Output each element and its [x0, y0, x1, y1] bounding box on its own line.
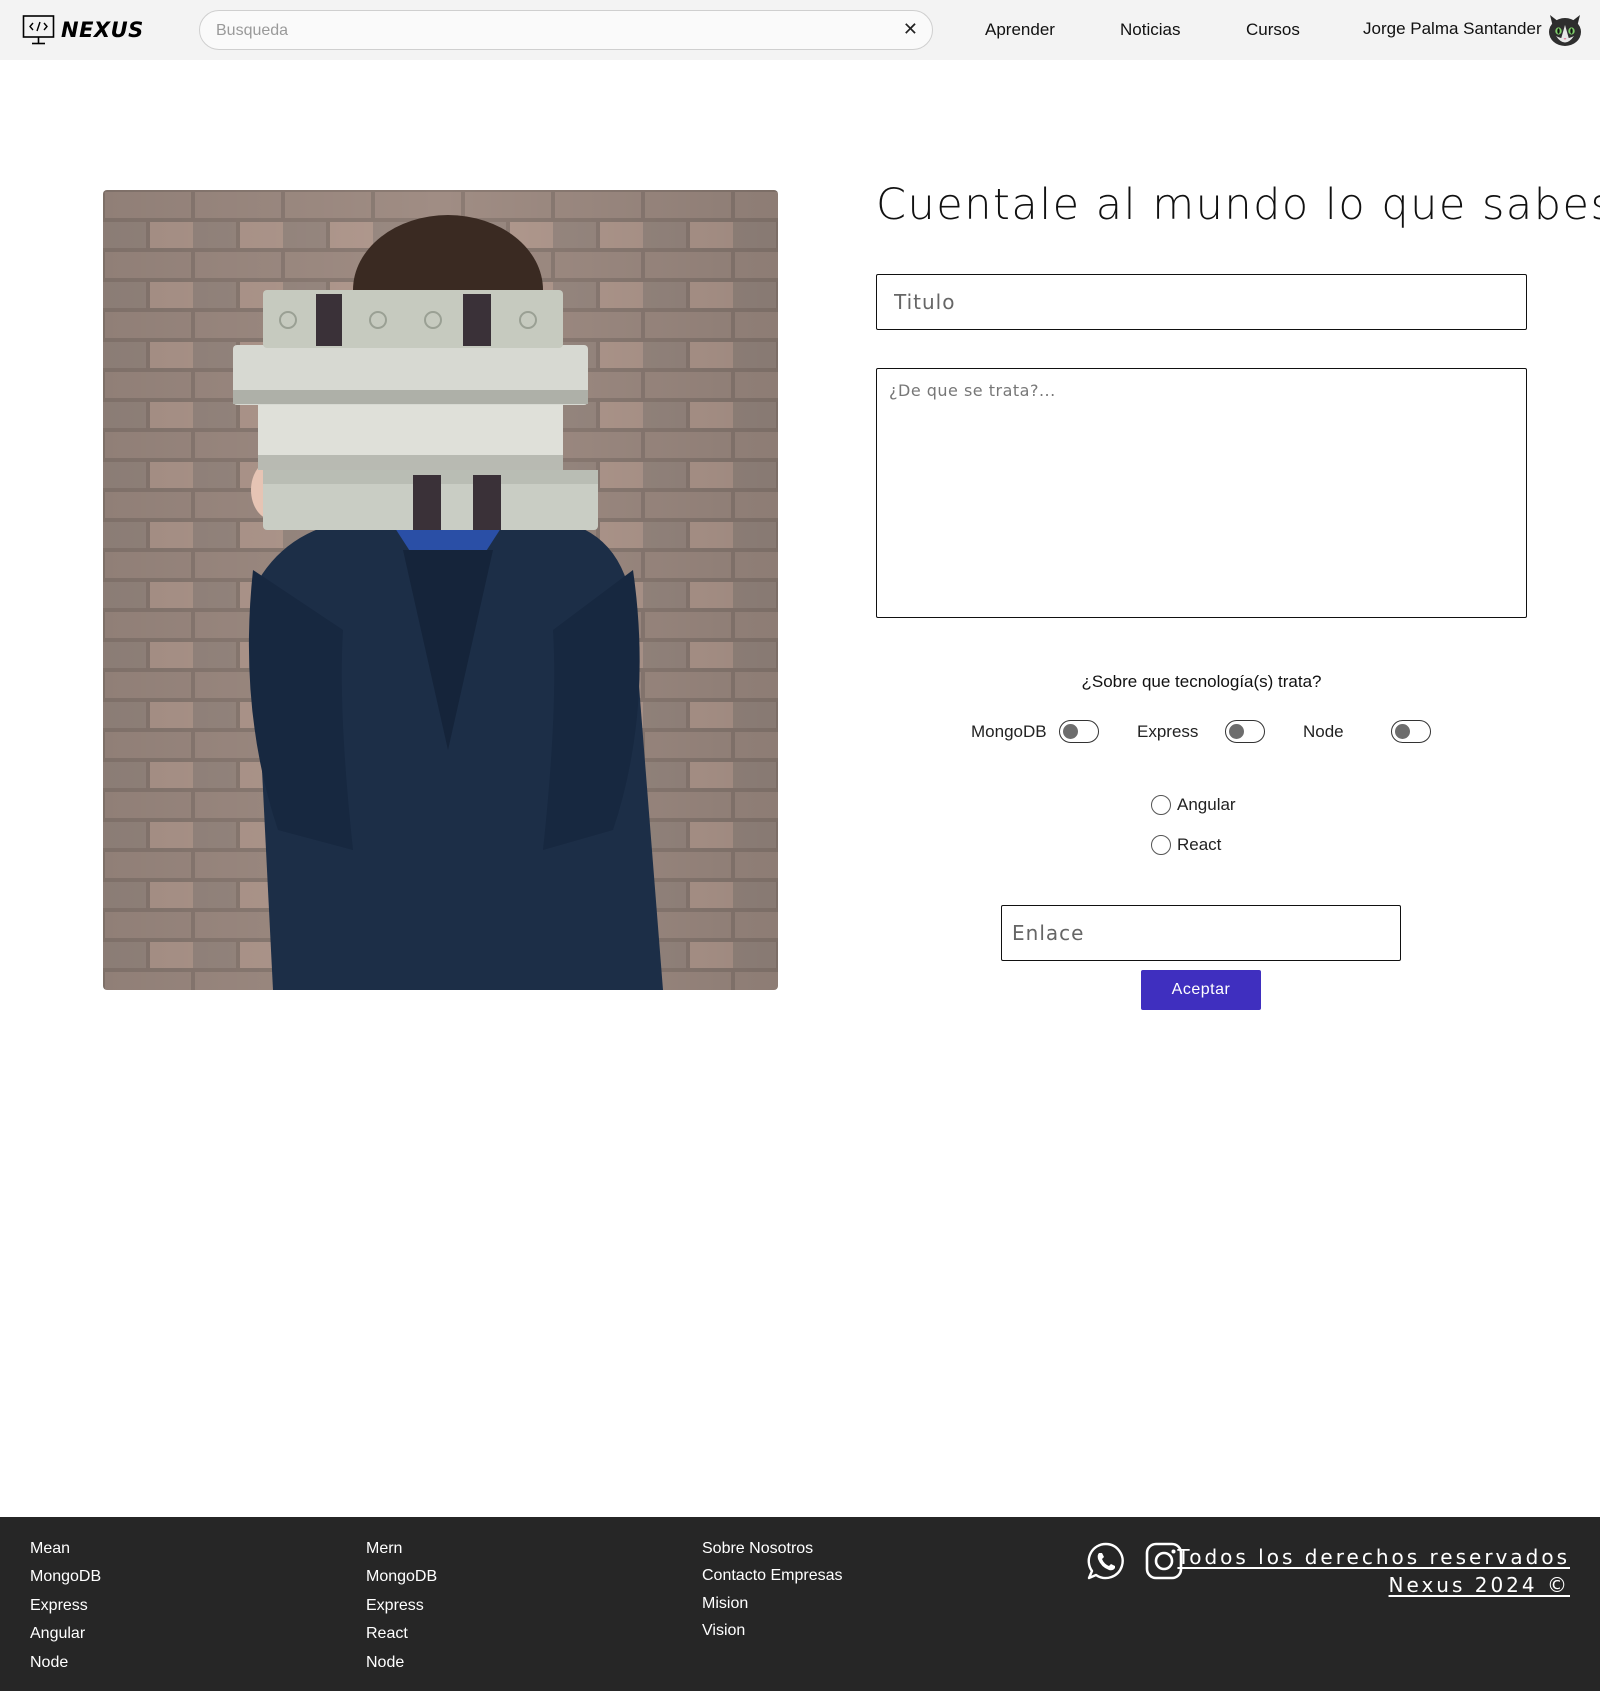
- radio-label-react: React: [1177, 835, 1222, 854]
- user-name[interactable]: Jorge Palma Santander: [1363, 19, 1542, 39]
- footer-link[interactable]: Vision: [702, 1621, 843, 1648]
- footer-link[interactable]: Mern: [366, 1539, 437, 1567]
- copyright-line[interactable]: Nexus 2024 ©: [1177, 1571, 1570, 1599]
- nav-link-cursos[interactable]: Cursos: [1246, 20, 1300, 40]
- brand-name: NEXUS: [61, 18, 144, 42]
- avatar[interactable]: [1546, 11, 1584, 49]
- footer-column-mean: Mean MongoDB Express Angular Node: [30, 1539, 101, 1681]
- search-bar: ✕: [199, 10, 933, 50]
- brand-logo[interactable]: NEXUS: [22, 14, 144, 46]
- tech-question-label: ¿Sobre que tecnología(s) trata?: [1081, 672, 1322, 691]
- footer-link[interactable]: Node: [366, 1653, 437, 1681]
- footer-link[interactable]: Express: [366, 1596, 437, 1624]
- footer-link[interactable]: Node: [30, 1653, 101, 1681]
- toggle-label-mongodb: MongoDB: [971, 722, 1047, 741]
- footer-column-mern: Mern MongoDB Express React Node: [366, 1539, 437, 1681]
- radio-angular[interactable]: Angular: [1151, 795, 1236, 815]
- title-input[interactable]: [876, 274, 1527, 330]
- search-input[interactable]: [216, 20, 856, 42]
- radio-label-angular: Angular: [1177, 795, 1236, 814]
- hero-photo: [103, 190, 778, 990]
- footer-column-company: Sobre Nosotros Contacto Empresas Mision …: [702, 1539, 843, 1648]
- radio-circle[interactable]: [1151, 795, 1171, 815]
- whatsapp-icon[interactable]: [1086, 1541, 1126, 1581]
- copyright-line[interactable]: Todos los derechos reservados: [1177, 1543, 1570, 1571]
- footer-link[interactable]: React: [366, 1624, 437, 1652]
- close-icon[interactable]: ✕: [903, 19, 918, 40]
- nav-link-aprender[interactable]: Aprender: [985, 20, 1055, 40]
- toggle-node[interactable]: [1391, 720, 1431, 743]
- footer-link[interactable]: MongoDB: [30, 1567, 101, 1595]
- toggle-label-node: Node: [1303, 722, 1344, 741]
- footer-link[interactable]: Sobre Nosotros: [702, 1539, 843, 1566]
- description-textarea[interactable]: [876, 368, 1527, 618]
- footer-link[interactable]: MongoDB: [366, 1567, 437, 1595]
- footer-link[interactable]: Express: [30, 1596, 101, 1624]
- radio-react[interactable]: React: [1151, 835, 1221, 855]
- toggle-knob: [1395, 724, 1410, 739]
- monitor-code-icon: [22, 15, 55, 45]
- toggle-knob: [1063, 724, 1078, 739]
- nav-link-noticias[interactable]: Noticias: [1120, 20, 1180, 40]
- footer-link[interactable]: Contacto Empresas: [702, 1566, 843, 1593]
- radio-circle[interactable]: [1151, 835, 1171, 855]
- toggle-knob: [1229, 724, 1244, 739]
- footer: Mean MongoDB Express Angular Node Mern M…: [0, 1517, 1600, 1691]
- footer-link[interactable]: Angular: [30, 1624, 101, 1652]
- top-navbar: NEXUS ✕ Aprender Noticias Cursos Jorge P…: [0, 0, 1600, 60]
- submit-button[interactable]: Aceptar: [1141, 970, 1261, 1010]
- page-title: Cuentale al mundo lo que sabes: [876, 180, 1600, 230]
- copyright-notice[interactable]: Todos los derechos reservados Nexus 2024…: [1177, 1543, 1570, 1599]
- link-input[interactable]: [1001, 905, 1401, 961]
- footer-link[interactable]: Mision: [702, 1594, 843, 1621]
- toggle-mongodb[interactable]: [1059, 720, 1099, 743]
- footer-link[interactable]: Mean: [30, 1539, 101, 1567]
- toggle-label-express: Express: [1137, 722, 1199, 741]
- toggle-express[interactable]: [1225, 720, 1265, 743]
